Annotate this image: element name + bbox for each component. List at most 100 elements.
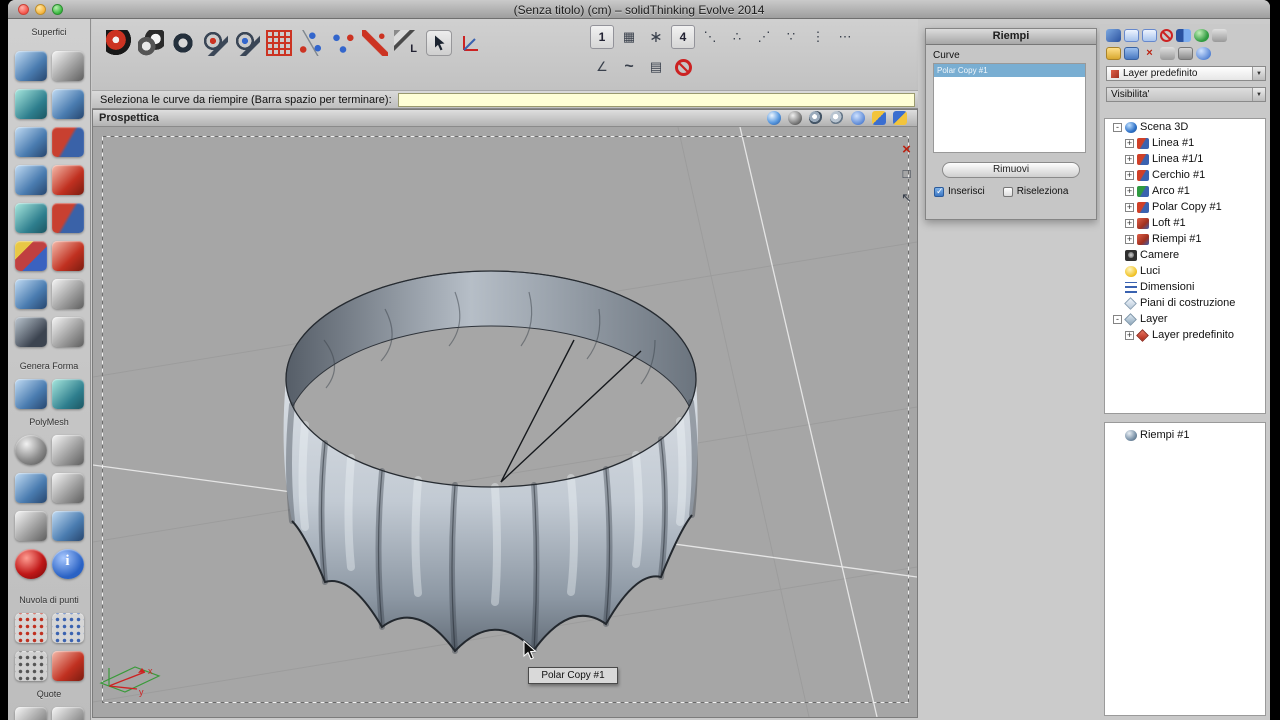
vertical-snap-icon[interactable]: [806, 25, 830, 49]
viewport-canvas[interactable]: x y Polar Copy #1: [93, 127, 917, 717]
polymesh-tool-icon[interactable]: [51, 473, 84, 503]
folder-icon[interactable]: [1106, 47, 1121, 60]
expand-icon[interactable]: [1125, 138, 1134, 148]
tree-item-layer[interactable]: Layer: [1105, 311, 1265, 327]
midpoint-snap-icon[interactable]: [725, 25, 749, 49]
tree-item-scena-3d[interactable]: Scena 3D: [1105, 119, 1265, 135]
expand-icon[interactable]: [1125, 234, 1134, 244]
paint-mode-alt-icon[interactable]: [893, 111, 907, 125]
snap-4-icon[interactable]: 4: [671, 25, 695, 49]
surface-tool-icon[interactable]: [51, 317, 84, 347]
grid-snap-icon[interactable]: [617, 25, 641, 49]
snap-points-icon[interactable]: [298, 30, 324, 56]
expand-icon[interactable]: [1125, 202, 1134, 212]
tree-item-luci[interactable]: Luci: [1105, 263, 1265, 279]
genera-forma-tool-icon[interactable]: [51, 379, 84, 409]
intersection-snap-icon[interactable]: [752, 25, 776, 49]
visibility-dropdown[interactable]: Visibilita': [1106, 87, 1266, 102]
remove-button[interactable]: Rimuovi: [942, 162, 1080, 178]
snap-1-icon[interactable]: 1: [590, 25, 614, 49]
tree-item-dimensioni[interactable]: Dimensioni: [1105, 279, 1265, 295]
curve-snap-icon[interactable]: [617, 55, 641, 79]
tree-item-loft-1[interactable]: Loft #1: [1105, 215, 1265, 231]
horizontal-snap-icon[interactable]: [833, 25, 857, 49]
surface-tool-icon[interactable]: [14, 89, 47, 119]
tree-item-piani-di-costruzione[interactable]: Piani di costruzione: [1105, 295, 1265, 311]
tree-item-cerchio-1[interactable]: Cerchio #1: [1105, 167, 1265, 183]
viewport-header[interactable]: Prospettica: [93, 110, 917, 127]
zoom-red-icon[interactable]: [202, 30, 228, 56]
zoom-out-icon[interactable]: [830, 111, 844, 125]
curve-list[interactable]: Polar Copy #1: [933, 63, 1086, 153]
point-cloud-tool-icon[interactable]: [51, 651, 84, 681]
tree-item-layer-predefinito[interactable]: Layer predefinito: [1105, 327, 1265, 343]
axes-figure-icon[interactable]: [458, 30, 484, 56]
orient-icon[interactable]: [901, 191, 912, 204]
surface-tool-icon[interactable]: [51, 51, 84, 81]
expand-icon[interactable]: [1125, 154, 1134, 164]
frame-icon[interactable]: [903, 167, 911, 180]
page-copy-icon[interactable]: [1142, 29, 1157, 42]
page-icon[interactable]: [1124, 29, 1139, 42]
polymesh-tool-icon[interactable]: [14, 511, 47, 541]
eye-icon[interactable]: [1160, 47, 1175, 60]
riempi-panel-title[interactable]: Riempi: [926, 29, 1096, 45]
expand-icon[interactable]: [1125, 218, 1134, 228]
expand-icon[interactable]: [1125, 170, 1134, 180]
green-ball-icon[interactable]: [1194, 29, 1209, 42]
paint-mode-icon[interactable]: [872, 111, 886, 125]
genera-forma-tool-icon[interactable]: [14, 379, 47, 409]
surface-tool-icon[interactable]: [14, 127, 47, 157]
expand-icon[interactable]: [1125, 186, 1134, 196]
surface-tool-icon[interactable]: [14, 51, 47, 81]
globe-view-icon[interactable]: [767, 111, 781, 125]
surface-tool-icon[interactable]: [51, 241, 84, 271]
endpoint-snap-icon[interactable]: [698, 25, 722, 49]
misc-icon[interactable]: [1212, 29, 1227, 42]
shaded-view-icon[interactable]: [788, 111, 802, 125]
window-titlebar[interactable]: (Senza titolo) (cm) – solidThinking Evol…: [8, 0, 1270, 19]
zoom-blue-icon[interactable]: [234, 30, 260, 56]
disable-icon[interactable]: [1160, 29, 1173, 42]
expand-icon[interactable]: [1125, 330, 1134, 340]
chevron-down-icon[interactable]: [1252, 88, 1265, 101]
polymesh-tool-icon[interactable]: [51, 435, 84, 465]
scene-tree[interactable]: Scena 3D Linea #1 Linea #1/1 Cerchio #1 …: [1104, 118, 1266, 414]
radius-construction-lines[interactable]: [500, 339, 642, 483]
polymesh-tool-icon[interactable]: [14, 549, 47, 579]
tree-item-linea-1-1[interactable]: Linea #1/1: [1105, 151, 1265, 167]
polymesh-tool-icon[interactable]: [14, 473, 47, 503]
surface-tool-icon[interactable]: [51, 203, 84, 233]
snap-nodes-icon[interactable]: [330, 30, 356, 56]
riseleziona-checkbox[interactable]: [1002, 186, 1013, 197]
blue-dot-icon[interactable]: [1196, 47, 1211, 60]
shading-sphere-icon[interactable]: [106, 30, 132, 56]
selection-list-item[interactable]: Riempi #1: [1105, 427, 1265, 443]
render-view-icon[interactable]: [851, 111, 865, 125]
collapse-icon[interactable]: [1113, 314, 1122, 324]
shading-spheres-icon[interactable]: [138, 30, 164, 56]
inserisci-checkbox[interactable]: [934, 186, 944, 197]
disable-snap-icon[interactable]: [671, 55, 695, 79]
point-cloud-tool-icon[interactable]: [14, 651, 47, 681]
point-snap-icon[interactable]: [644, 25, 668, 49]
surface-tool-icon[interactable]: [14, 203, 47, 233]
plane-snap-icon[interactable]: [644, 55, 668, 79]
surface-tool-icon[interactable]: [51, 279, 84, 309]
polymesh-tool-icon[interactable]: [51, 511, 84, 541]
lock-icon[interactable]: [1178, 47, 1193, 60]
layer-dropdown[interactable]: Layer predefinito: [1106, 66, 1266, 81]
new-object-icon[interactable]: [1106, 29, 1121, 42]
3d-scene[interactable]: x y: [93, 127, 917, 717]
point-cloud-tool-icon[interactable]: [14, 613, 47, 643]
delete-icon[interactable]: [902, 143, 911, 156]
tree-item-camere[interactable]: Camere: [1105, 247, 1265, 263]
curve-list-item-selected[interactable]: Polar Copy #1: [934, 64, 1085, 77]
selection-list[interactable]: Riempi #1: [1104, 422, 1266, 716]
polymesh-tool-icon[interactable]: [14, 435, 47, 465]
surface-tool-icon[interactable]: [14, 317, 47, 347]
select-arrow-icon[interactable]: [426, 30, 452, 56]
quote-tool-icon[interactable]: [51, 707, 84, 720]
center-snap-icon[interactable]: [779, 25, 803, 49]
tree-item-arco-1[interactable]: Arco #1: [1105, 183, 1265, 199]
